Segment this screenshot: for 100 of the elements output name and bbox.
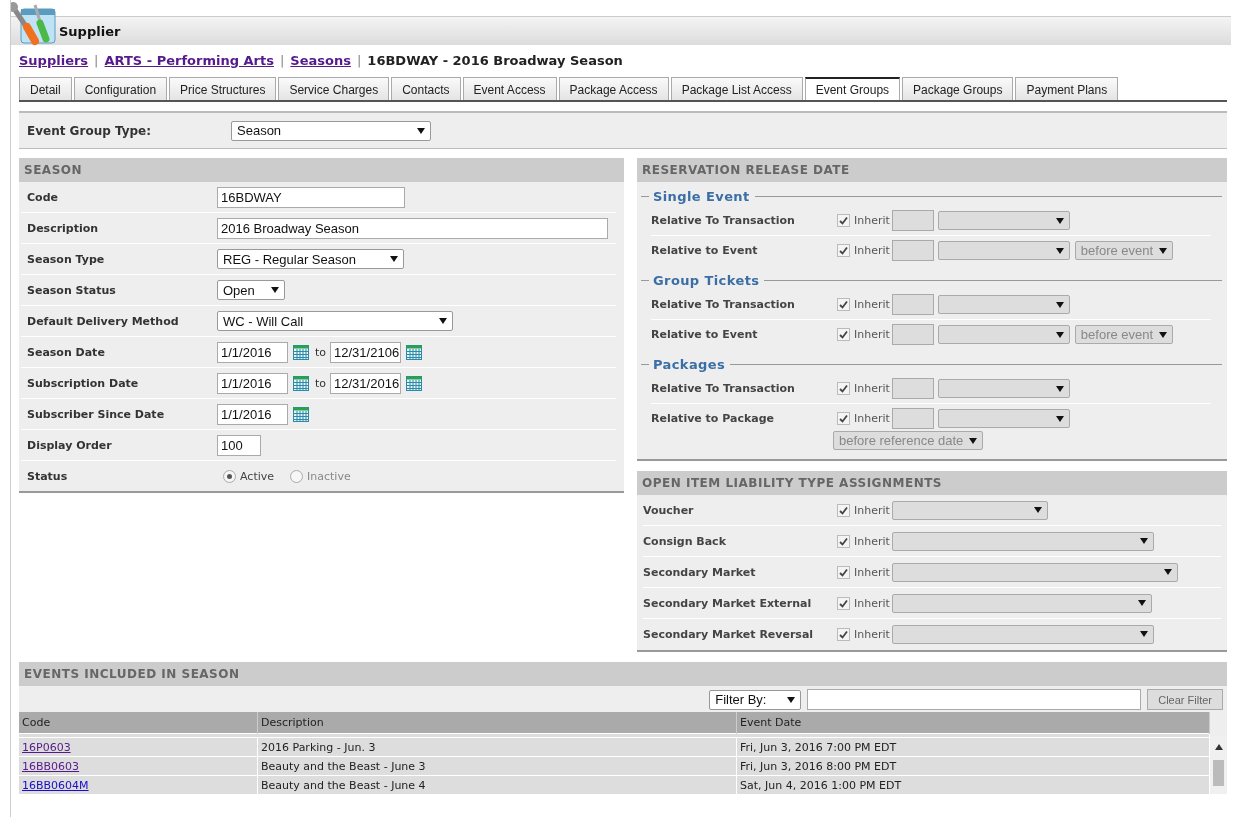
radio-option[interactable]: Active	[223, 469, 275, 483]
tab[interactable]: Detail	[19, 77, 72, 100]
table-cell: Beauty and the Beast - June 3	[257, 756, 737, 776]
breadcrumb-link[interactable]: ARTS - Performing Arts	[104, 52, 274, 68]
select-field[interactable]: WC - Will Call	[217, 311, 453, 331]
column-header[interactable]: Code	[19, 712, 258, 734]
caret-icon	[1055, 415, 1064, 422]
tab[interactable]: Payment Plans	[1015, 77, 1119, 100]
unit-select[interactable]	[937, 409, 1070, 428]
row-label: Relative to Package	[651, 412, 776, 425]
tab[interactable]: Event Groups	[804, 77, 901, 100]
tab[interactable]: Contacts	[391, 77, 461, 100]
liability-select[interactable]	[891, 624, 1154, 644]
calendar-icon[interactable]	[406, 344, 423, 360]
liability-select[interactable]	[891, 562, 1178, 582]
field-label: Subscriber Since Date	[26, 407, 166, 421]
filter-field[interactable]	[807, 689, 1142, 710]
text-field[interactable]: 2016 Broadway Season	[217, 217, 608, 239]
filter-select[interactable]: Filter By:	[709, 689, 802, 710]
panel-heading: RESERVATION RELEASE DATE	[637, 158, 1227, 182]
inherit-checkbox[interactable]	[837, 627, 850, 641]
inherit-label: Inherit	[854, 382, 890, 395]
inherit-label: Inherit	[854, 244, 890, 257]
event-code-link[interactable]: 16BB0604M	[22, 778, 89, 792]
date-field[interactable]: 1/1/2016	[217, 372, 288, 394]
inherit-checkbox[interactable]	[837, 328, 850, 341]
field-label: Code	[26, 190, 59, 204]
number-field[interactable]	[891, 294, 934, 315]
field-label: Default Delivery Method	[26, 314, 180, 328]
caret-icon	[1055, 301, 1064, 308]
tab[interactable]: Package Access	[558, 77, 669, 100]
calendar-icon[interactable]	[293, 344, 309, 360]
text-field[interactable]: 100	[217, 434, 261, 456]
tab[interactable]: Package Groups	[902, 77, 1014, 100]
inherit-label: Inherit	[854, 565, 890, 579]
event-code-link[interactable]: 16BB0603	[22, 759, 80, 773]
unit-select[interactable]	[937, 325, 1070, 344]
inherit-checkbox[interactable]	[837, 214, 850, 227]
row-label: Relative to Event	[651, 328, 759, 341]
tab[interactable]: Service Charges	[278, 77, 390, 100]
liability-select[interactable]	[891, 531, 1154, 551]
breadcrumb-link[interactable]: Suppliers	[19, 52, 89, 68]
unit-select[interactable]	[937, 211, 1070, 230]
caret-icon	[1139, 631, 1148, 637]
liability-select[interactable]	[891, 593, 1152, 613]
select-field[interactable]: Open	[217, 280, 285, 300]
liability-select[interactable]	[891, 500, 1048, 520]
calendar-icon[interactable]	[406, 375, 423, 391]
caret-icon	[1137, 600, 1146, 606]
number-field[interactable]	[891, 378, 934, 399]
window-title: Supplier	[59, 23, 121, 39]
caret-icon	[1163, 569, 1172, 575]
date-field[interactable]: 1/1/2016	[217, 403, 288, 425]
table-cell: Fri, Jun 3, 2016 8:00 PM EDT	[736, 756, 1210, 776]
inherit-checkbox[interactable]	[837, 298, 850, 311]
inherit-checkbox[interactable]	[837, 596, 850, 610]
unit-select[interactable]	[937, 295, 1070, 314]
scroll-up-icon[interactable]	[1215, 744, 1223, 750]
tab[interactable]: Price Structures	[169, 77, 277, 100]
number-field[interactable]	[891, 408, 934, 429]
inherit-checkbox[interactable]	[837, 565, 850, 579]
row-label: Secondary Market	[643, 565, 757, 579]
number-field[interactable]	[891, 324, 934, 345]
select-field[interactable]: REG - Regular Season	[217, 249, 404, 269]
date-field[interactable]: 12/31/2106	[330, 341, 402, 363]
table-cell: 2016 Parking - Jun. 3	[257, 737, 737, 757]
select-field[interactable]: Season	[231, 120, 431, 141]
to-label: to	[315, 376, 327, 390]
separator: |	[94, 52, 99, 68]
calendar-icon[interactable]	[293, 406, 309, 422]
date-field[interactable]: 1/1/2016	[217, 341, 288, 363]
column-header[interactable]: Event Date	[736, 712, 1210, 734]
column-header[interactable]: Description	[257, 712, 737, 734]
clear-filter-button[interactable]: Clear Filter	[1147, 689, 1223, 710]
number-field[interactable]	[891, 240, 934, 261]
field-label: Subscription Date	[26, 376, 140, 390]
number-field[interactable]	[891, 210, 934, 231]
row-label: Secondary Market External	[643, 596, 813, 610]
unit-select[interactable]	[937, 241, 1070, 260]
inherit-checkbox[interactable]	[837, 244, 850, 257]
unit-select[interactable]	[937, 379, 1070, 398]
inherit-checkbox[interactable]	[837, 534, 850, 548]
inherit-checkbox[interactable]	[837, 412, 850, 425]
breadcrumb-link[interactable]: Seasons	[290, 52, 351, 68]
date-field[interactable]: 12/31/2016	[330, 372, 402, 394]
field-label: Season Status	[26, 283, 117, 297]
tab[interactable]: Package List Access	[670, 77, 803, 100]
event-code-link[interactable]: 16P0603	[22, 740, 71, 754]
tab[interactable]: Configuration	[73, 77, 168, 100]
caret-icon	[787, 696, 796, 703]
text-field[interactable]: 16BDWAY	[217, 186, 405, 208]
scroll-thumb[interactable]	[1213, 760, 1224, 786]
calendar-icon[interactable]	[293, 375, 309, 391]
inherit-checkbox[interactable]	[837, 503, 850, 517]
row-label: Relative to Event	[651, 244, 759, 257]
to-label: to	[315, 345, 327, 359]
tab[interactable]: Event Access	[462, 77, 557, 100]
inherit-checkbox[interactable]	[837, 382, 850, 395]
inherit-label: Inherit	[854, 214, 890, 227]
caret-icon	[1055, 385, 1064, 392]
